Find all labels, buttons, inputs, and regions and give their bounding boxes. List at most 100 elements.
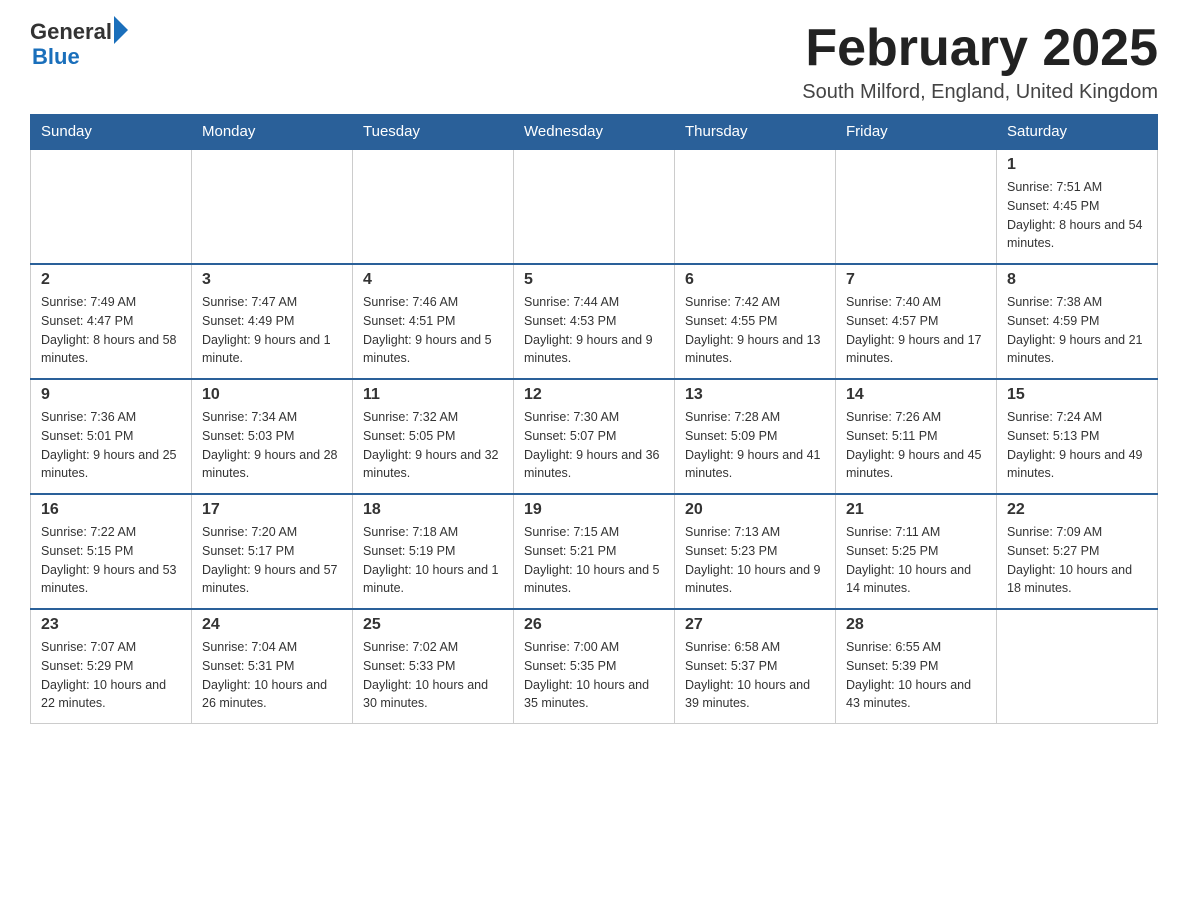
weekday-header-monday: Monday: [192, 115, 353, 150]
day-number: 19: [524, 501, 664, 519]
logo-text-blue: Blue: [32, 44, 128, 70]
calendar-cell: 4 Sunrise: 7:46 AMSunset: 4:51 PMDaylight…: [353, 264, 514, 379]
day-number: 14: [846, 386, 986, 404]
day-number: 18: [363, 501, 503, 519]
calendar-table: SundayMondayTuesdayWednesdayThursdayFrid…: [30, 114, 1158, 724]
day-number: 5: [524, 271, 664, 289]
week-row-2: 2 Sunrise: 7:49 AMSunset: 4:47 PMDaylight…: [31, 264, 1158, 379]
day-info: Sunrise: 7:28 AMSunset: 5:09 PMDaylight:…: [685, 408, 825, 483]
calendar-cell: 26 Sunrise: 7:00 AMSunset: 5:35 PMDayligh…: [514, 609, 675, 724]
calendar-cell: [353, 149, 514, 264]
title-area: February 2025 South Milford, England, Un…: [802, 20, 1158, 104]
calendar-cell: 28 Sunrise: 6:55 AMSunset: 5:39 PMDayligh…: [836, 609, 997, 724]
day-info: Sunrise: 7:49 AMSunset: 4:47 PMDaylight:…: [41, 293, 181, 368]
day-number: 8: [1007, 271, 1147, 289]
day-number: 17: [202, 501, 342, 519]
day-number: 25: [363, 616, 503, 634]
weekday-header-friday: Friday: [836, 115, 997, 150]
week-row-4: 16Sunrise: 7:22 AMSunset: 5:15 PMDayligh…: [31, 494, 1158, 609]
day-info: Sunrise: 7:20 AMSunset: 5:17 PMDaylight:…: [202, 523, 342, 598]
calendar-cell: 1 Sunrise: 7:51 AMSunset: 4:45 PMDaylight…: [997, 149, 1158, 264]
day-info: Sunrise: 7:13 AMSunset: 5:23 PMDaylight:…: [685, 523, 825, 598]
calendar-cell: 16Sunrise: 7:22 AMSunset: 5:15 PMDayligh…: [31, 494, 192, 609]
day-number: 6: [685, 271, 825, 289]
day-info: Sunrise: 7:46 AMSunset: 4:51 PMDaylight:…: [363, 293, 503, 368]
day-info: Sunrise: 7:09 AMSunset: 5:27 PMDaylight:…: [1007, 523, 1147, 598]
day-info: Sunrise: 7:47 AMSunset: 4:49 PMDaylight:…: [202, 293, 342, 368]
day-number: 26: [524, 616, 664, 634]
day-number: 4: [363, 271, 503, 289]
day-number: 13: [685, 386, 825, 404]
week-row-1: 1 Sunrise: 7:51 AMSunset: 4:45 PMDaylight…: [31, 149, 1158, 264]
week-row-3: 9 Sunrise: 7:36 AMSunset: 5:01 PMDaylight…: [31, 379, 1158, 494]
calendar-cell: 14 Sunrise: 7:26 AMSunset: 5:11 PMDayligh…: [836, 379, 997, 494]
day-number: 7: [846, 271, 986, 289]
weekday-header-sunday: Sunday: [31, 115, 192, 150]
day-number: 21: [846, 501, 986, 519]
calendar-cell: 13 Sunrise: 7:28 AMSunset: 5:09 PMDayligh…: [675, 379, 836, 494]
calendar-cell: 2 Sunrise: 7:49 AMSunset: 4:47 PMDaylight…: [31, 264, 192, 379]
day-info: Sunrise: 6:55 AMSunset: 5:39 PMDaylight:…: [846, 638, 986, 713]
day-number: 24: [202, 616, 342, 634]
day-number: 23: [41, 616, 181, 634]
calendar-cell: [31, 149, 192, 264]
calendar-cell: [514, 149, 675, 264]
day-info: Sunrise: 7:34 AMSunset: 5:03 PMDaylight:…: [202, 408, 342, 483]
day-number: 10: [202, 386, 342, 404]
day-info: Sunrise: 7:04 AMSunset: 5:31 PMDaylight:…: [202, 638, 342, 713]
calendar-cell: 9 Sunrise: 7:36 AMSunset: 5:01 PMDaylight…: [31, 379, 192, 494]
calendar-cell: 25Sunrise: 7:02 AMSunset: 5:33 PMDayligh…: [353, 609, 514, 724]
week-row-5: 23 Sunrise: 7:07 AMSunset: 5:29 PMDayligh…: [31, 609, 1158, 724]
day-number: 15: [1007, 386, 1147, 404]
day-info: Sunrise: 7:15 AMSunset: 5:21 PMDaylight:…: [524, 523, 664, 598]
calendar-cell: 3 Sunrise: 7:47 AMSunset: 4:49 PMDaylight…: [192, 264, 353, 379]
day-number: 28: [846, 616, 986, 634]
day-number: 12: [524, 386, 664, 404]
day-info: Sunrise: 6:58 AMSunset: 5:37 PMDaylight:…: [685, 638, 825, 713]
calendar-cell: 24 Sunrise: 7:04 AMSunset: 5:31 PMDayligh…: [192, 609, 353, 724]
weekday-header-wednesday: Wednesday: [514, 115, 675, 150]
day-number: 2: [41, 271, 181, 289]
day-info: Sunrise: 7:38 AMSunset: 4:59 PMDaylight:…: [1007, 293, 1147, 368]
calendar-cell: 19 Sunrise: 7:15 AMSunset: 5:21 PMDayligh…: [514, 494, 675, 609]
calendar-cell: 5Sunrise: 7:44 AMSunset: 4:53 PMDaylight…: [514, 264, 675, 379]
logo: General Blue: [30, 20, 128, 70]
calendar-cell: 8 Sunrise: 7:38 AMSunset: 4:59 PMDaylight…: [997, 264, 1158, 379]
day-info: Sunrise: 7:36 AMSunset: 5:01 PMDaylight:…: [41, 408, 181, 483]
day-info: Sunrise: 7:18 AMSunset: 5:19 PMDaylight:…: [363, 523, 503, 598]
location-text: South Milford, England, United Kingdom: [802, 81, 1158, 104]
weekday-header-thursday: Thursday: [675, 115, 836, 150]
calendar-cell: 10 Sunrise: 7:34 AMSunset: 5:03 PMDayligh…: [192, 379, 353, 494]
day-number: 16: [41, 501, 181, 519]
weekday-header-row: SundayMondayTuesdayWednesdayThursdayFrid…: [31, 115, 1158, 150]
day-info: Sunrise: 7:00 AMSunset: 5:35 PMDaylight:…: [524, 638, 664, 713]
day-info: Sunrise: 7:42 AMSunset: 4:55 PMDaylight:…: [685, 293, 825, 368]
month-title: February 2025: [802, 20, 1158, 77]
day-number: 1: [1007, 156, 1147, 174]
day-number: 3: [202, 271, 342, 289]
calendar-cell: 11Sunrise: 7:32 AMSunset: 5:05 PMDayligh…: [353, 379, 514, 494]
weekday-header-tuesday: Tuesday: [353, 115, 514, 150]
day-number: 22: [1007, 501, 1147, 519]
calendar-cell: 6 Sunrise: 7:42 AMSunset: 4:55 PMDaylight…: [675, 264, 836, 379]
day-info: Sunrise: 7:26 AMSunset: 5:11 PMDaylight:…: [846, 408, 986, 483]
calendar-cell: 12 Sunrise: 7:30 AMSunset: 5:07 PMDayligh…: [514, 379, 675, 494]
calendar-cell: 23 Sunrise: 7:07 AMSunset: 5:29 PMDayligh…: [31, 609, 192, 724]
calendar-cell: 22 Sunrise: 7:09 AMSunset: 5:27 PMDayligh…: [997, 494, 1158, 609]
day-number: 9: [41, 386, 181, 404]
calendar-cell: [997, 609, 1158, 724]
calendar-cell: 21Sunrise: 7:11 AMSunset: 5:25 PMDayligh…: [836, 494, 997, 609]
page-header: General Blue February 2025 South Milford…: [30, 20, 1158, 104]
calendar-cell: 27Sunrise: 6:58 AMSunset: 5:37 PMDayligh…: [675, 609, 836, 724]
day-info: Sunrise: 7:51 AMSunset: 4:45 PMDaylight:…: [1007, 178, 1147, 253]
logo-text-general: General: [30, 20, 112, 44]
calendar-cell: 18 Sunrise: 7:18 AMSunset: 5:19 PMDayligh…: [353, 494, 514, 609]
logo-triangle-icon: [114, 16, 128, 44]
calendar-cell: 17 Sunrise: 7:20 AMSunset: 5:17 PMDayligh…: [192, 494, 353, 609]
day-info: Sunrise: 7:30 AMSunset: 5:07 PMDaylight:…: [524, 408, 664, 483]
calendar-cell: [836, 149, 997, 264]
day-info: Sunrise: 7:07 AMSunset: 5:29 PMDaylight:…: [41, 638, 181, 713]
calendar-cell: 20Sunrise: 7:13 AMSunset: 5:23 PMDayligh…: [675, 494, 836, 609]
weekday-header-saturday: Saturday: [997, 115, 1158, 150]
day-info: Sunrise: 7:32 AMSunset: 5:05 PMDaylight:…: [363, 408, 503, 483]
